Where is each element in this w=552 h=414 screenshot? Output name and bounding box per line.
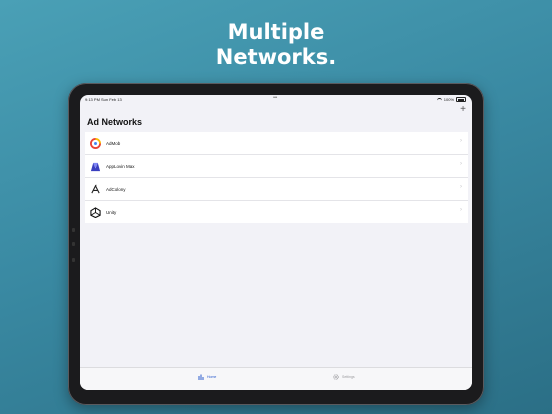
battery-percent: 100% [443, 97, 454, 102]
side-button [72, 242, 75, 246]
gear-icon [333, 374, 339, 380]
status-date: Sun Feb 13 [101, 97, 122, 102]
tab-settings[interactable]: Settings [333, 374, 355, 380]
tab-label: Settings [342, 375, 355, 379]
plus-icon: + [460, 104, 466, 115]
network-row-admob[interactable]: AdMob › [85, 132, 468, 155]
network-list: AdMob › AppLovin Max › AdColony › Unity … [85, 132, 468, 223]
promo-line-1: Multiple [227, 20, 325, 44]
add-network-button[interactable]: + [460, 105, 466, 115]
side-button [72, 258, 75, 262]
chevron-right-icon: › [460, 161, 462, 167]
tab-bar: Home Settings [80, 367, 472, 390]
admob-logo-icon [90, 137, 101, 149]
applovin-logo-icon [90, 162, 101, 171]
bar-chart-icon [198, 374, 204, 380]
chevron-right-icon: › [460, 138, 462, 144]
tab-label: Home [207, 375, 217, 379]
status-right: 100% [436, 97, 466, 102]
chevron-right-icon: › [460, 207, 462, 213]
network-name: AppLovin Max [106, 163, 135, 169]
status-time: 9:13 PM [85, 97, 100, 102]
promo-headline: Multiple Networks. [0, 20, 552, 70]
app-screen: 9:13 PM Sun Feb 13 ••• 100% + Ad Network… [80, 95, 472, 390]
unity-logo-icon [90, 206, 101, 218]
wifi-icon [436, 97, 442, 102]
status-bar: 9:13 PM Sun Feb 13 ••• 100% [80, 95, 472, 103]
promo-line-2: Networks. [215, 45, 337, 69]
network-row-unity[interactable]: Unity › [85, 201, 468, 223]
network-row-applovin[interactable]: AppLovin Max › [85, 155, 468, 178]
network-name: AdColony [106, 186, 126, 192]
adcolony-logo-icon [91, 184, 100, 193]
network-name: Unity [106, 209, 117, 215]
page-title: Ad Networks [87, 117, 143, 127]
tab-home[interactable]: Home [198, 374, 216, 380]
side-button [72, 228, 75, 232]
network-row-adcolony[interactable]: AdColony › [85, 178, 468, 201]
network-name: AdMob [106, 140, 121, 146]
battery-icon [456, 97, 466, 102]
chevron-right-icon: › [460, 184, 462, 190]
multitasking-dots-icon[interactable]: ••• [273, 95, 277, 101]
